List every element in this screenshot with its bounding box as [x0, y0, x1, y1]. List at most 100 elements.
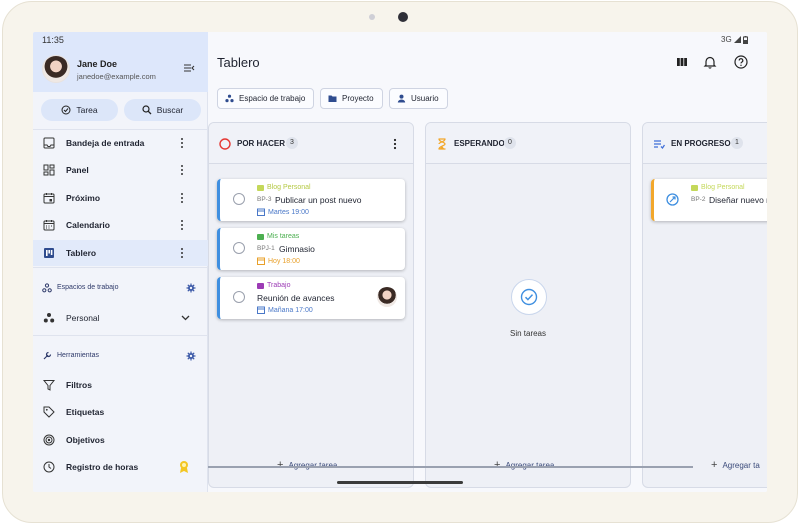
- battery-icon: [743, 35, 749, 44]
- task-date-label: Hoy 18:00: [268, 257, 300, 265]
- more-vert-icon[interactable]: [180, 246, 184, 260]
- tools-section-title: Herramientas: [57, 352, 100, 359]
- tools-item-time-log[interactable]: Registro de horas: [33, 454, 208, 480]
- task-complete-checkbox[interactable]: [233, 242, 245, 254]
- tools-item-goals[interactable]: Objetivos: [33, 427, 208, 453]
- in-progress-list-icon: [654, 140, 665, 150]
- tools-wrench-icon: [43, 351, 52, 360]
- sidebar-item-calendar[interactable]: Calendario: [33, 212, 208, 238]
- workspaces-settings-gear-icon[interactable]: [186, 283, 196, 293]
- task-project-label: Blog Personal: [701, 184, 745, 191]
- column-header: POR HACER 3: [209, 123, 413, 164]
- more-vert-icon[interactable]: [180, 218, 184, 232]
- add-task-label: Tarea: [76, 105, 98, 115]
- column-title: ESPERANDO: [454, 139, 505, 148]
- empty-state-icon: [511, 279, 547, 315]
- sidebar-item-label: Próximo: [66, 193, 101, 203]
- in-progress-status-icon[interactable]: [666, 193, 679, 206]
- sidebar: 11:35 Jane Doe janedoe@example.com Tarea…: [33, 32, 208, 492]
- task-card[interactable]: Trabajo Reunión de avances Mañana 17:00: [217, 277, 405, 319]
- assignee-avatar[interactable]: [377, 287, 397, 307]
- collapse-sidebar-icon[interactable]: [183, 63, 195, 73]
- horizontal-scrollbar[interactable]: [208, 466, 693, 468]
- calendar-icon: [43, 220, 55, 231]
- check-circle-icon: [520, 288, 538, 306]
- task-complete-checkbox[interactable]: [233, 291, 245, 303]
- task-code: BPJ-1: [257, 245, 275, 252]
- main-area: 3G Tablero Espacio de trabajo Proyecto U…: [208, 32, 767, 492]
- columns-view-icon[interactable]: [675, 55, 689, 69]
- front-camera: [398, 12, 408, 22]
- sidebar-item-upcoming[interactable]: Próximo: [33, 185, 208, 211]
- divider: [33, 335, 208, 336]
- task-project: Blog Personal: [257, 184, 311, 191]
- filter-icon: [43, 380, 55, 391]
- user-filter-button[interactable]: Usuario: [389, 88, 448, 109]
- search-button[interactable]: Buscar: [124, 99, 201, 121]
- todo-status-icon: [219, 138, 231, 150]
- add-task-link[interactable]: + Agregar tarea: [494, 459, 554, 471]
- add-task-link[interactable]: + Agregar tarea: [277, 459, 337, 471]
- column-count-badge: 0: [504, 137, 516, 149]
- plus-icon: +: [711, 459, 718, 471]
- more-vert-icon[interactable]: [393, 137, 397, 151]
- signal-icon: [733, 36, 741, 44]
- task-code: BP-2: [691, 196, 706, 203]
- workspace-dots-icon: [225, 94, 234, 103]
- board-column-in-progress: EN PROGRESO 1 Blog Personal BP-2 Diseñar…: [642, 122, 767, 488]
- column-header: EN PROGRESO 1: [643, 123, 767, 164]
- chevron-down-icon[interactable]: [181, 315, 190, 321]
- add-task-link[interactable]: + Agregar ta: [711, 459, 760, 471]
- folder-icon: [328, 95, 337, 102]
- page-title: Tablero: [217, 55, 260, 70]
- column-count-badge: 3: [286, 137, 298, 149]
- task-card[interactable]: Mis tareas BPJ-1 Gimnasio Hoy 18:00: [217, 228, 405, 270]
- user-header: 11:35 Jane Doe janedoe@example.com: [33, 32, 208, 92]
- clock-icon: [43, 461, 55, 473]
- task-title: Gimnasio: [279, 244, 315, 254]
- column-header: ESPERANDO 0: [426, 123, 630, 164]
- tools-settings-gear-icon[interactable]: [186, 351, 196, 361]
- tools-item-label: Filtros: [66, 380, 92, 390]
- search-label: Buscar: [156, 105, 184, 115]
- search-icon: [142, 105, 152, 115]
- more-vert-icon[interactable]: [180, 163, 184, 177]
- more-vert-icon[interactable]: [180, 136, 184, 150]
- task-card[interactable]: Blog Personal BP-3 Publicar un post nuev…: [217, 179, 405, 221]
- sensor-dot: [369, 14, 375, 20]
- workspace-item-personal[interactable]: Personal: [33, 305, 208, 331]
- workspace-filter-button[interactable]: Espacio de trabajo: [217, 88, 314, 109]
- target-icon: [43, 434, 55, 446]
- task-due-date: Mañana 17:00: [257, 306, 313, 314]
- calendar-icon: [257, 257, 265, 265]
- add-task-icon: [61, 105, 71, 115]
- sidebar-item-panel[interactable]: Panel: [33, 157, 208, 183]
- tools-item-filters[interactable]: Filtros: [33, 372, 208, 398]
- column-title: POR HACER: [237, 139, 286, 148]
- sidebar-item-inbox[interactable]: Bandeja de entrada: [33, 130, 208, 156]
- user-filter-label: Usuario: [411, 94, 439, 103]
- help-icon[interactable]: [734, 55, 748, 69]
- notifications-bell-icon[interactable]: [703, 55, 717, 69]
- add-task-button[interactable]: Tarea: [41, 99, 118, 121]
- workspace-label: Personal: [66, 313, 100, 323]
- folder-icon: [691, 184, 698, 191]
- project-filter-button[interactable]: Proyecto: [320, 88, 383, 109]
- task-project-label: Mis tareas: [267, 233, 300, 240]
- task-complete-checkbox[interactable]: [233, 193, 245, 205]
- workspace-filter-label: Espacio de trabajo: [239, 94, 306, 103]
- project-filter-label: Proyecto: [342, 94, 374, 103]
- app-screen: 11:35 Jane Doe janedoe@example.com Tarea…: [33, 32, 767, 492]
- more-vert-icon[interactable]: [180, 191, 184, 205]
- home-indicator[interactable]: [337, 481, 463, 484]
- sidebar-item-board[interactable]: Tablero: [33, 240, 208, 266]
- premium-badge-icon: [180, 461, 188, 473]
- status-time: 11:35: [42, 35, 64, 45]
- task-project: Blog Personal: [691, 184, 745, 191]
- task-project-label: Trabajo: [267, 282, 291, 289]
- folder-icon: [257, 282, 264, 289]
- workspaces-icon: [42, 283, 52, 293]
- tools-item-tags[interactable]: Etiquetas: [33, 399, 208, 425]
- task-card[interactable]: Blog Personal BP-2 Diseñar nuevo r: [651, 179, 767, 221]
- user-avatar[interactable]: [42, 55, 70, 83]
